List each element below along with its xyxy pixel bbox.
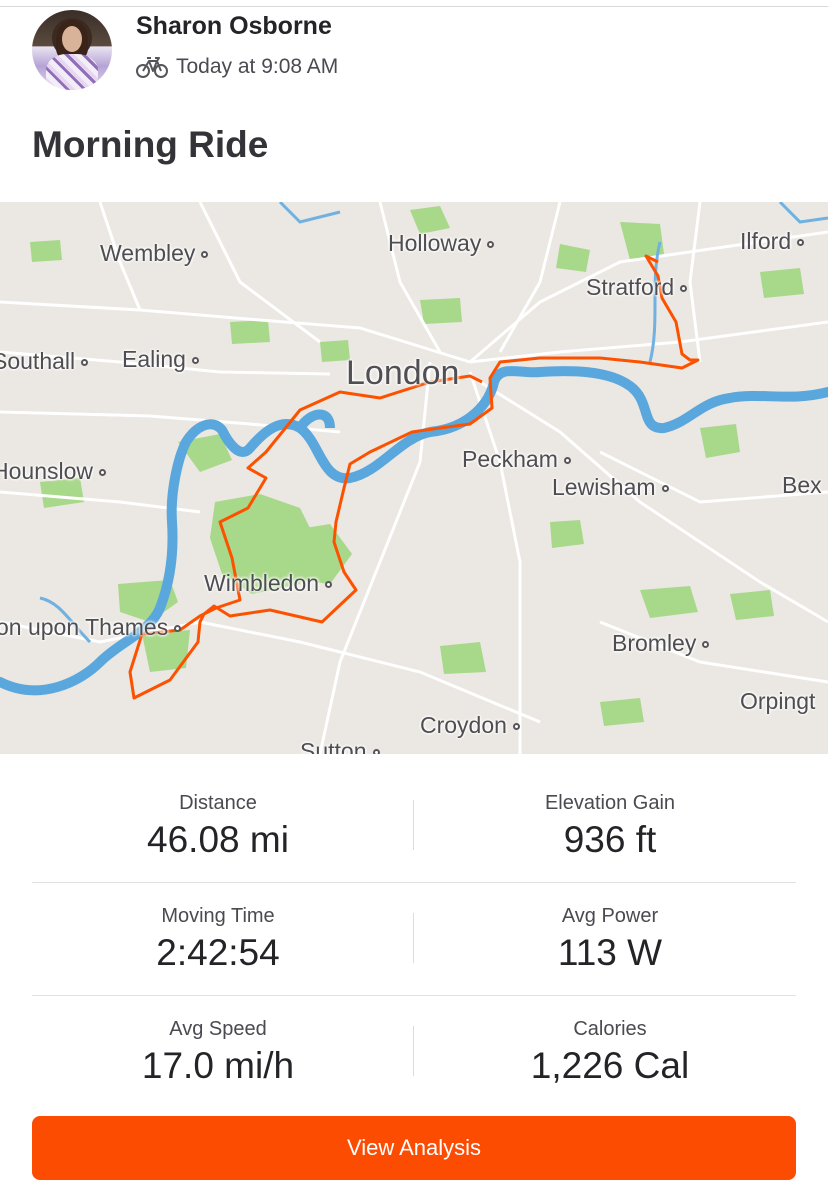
stat-distance: Distance 46.08 mi <box>32 790 404 862</box>
stat-label: Elevation Gain <box>544 792 676 814</box>
map-label-croydon: Croydon <box>420 712 520 739</box>
map-label-bexley: Bex <box>782 472 822 498</box>
map-label-holloway: Holloway <box>388 230 495 257</box>
stat-value: 17.0 mi/h <box>141 1045 295 1086</box>
stat-label: Moving Time <box>161 905 275 927</box>
stats-row-2: Moving Time 2:42:54 Avg Power 113 W <box>32 883 796 996</box>
stat-value: 113 W <box>557 932 663 973</box>
route-map[interactable]: Wembley Holloway Ilford Stratford Southa… <box>0 202 828 754</box>
map-label-bromley: Bromley <box>612 630 710 657</box>
stat-value: 2:42:54 <box>156 932 280 973</box>
stat-label: Avg Power <box>561 905 659 927</box>
stat-label: Avg Speed <box>169 1018 267 1040</box>
stat-avg-speed: Avg Speed 17.0 mi/h <box>32 1016 404 1088</box>
map-label-london: London <box>346 354 460 392</box>
stat-avg-power: Avg Power 113 W <box>424 903 796 975</box>
activity-title[interactable]: Morning Ride <box>32 124 268 166</box>
avatar-face <box>62 26 82 52</box>
map-label-kingston: on upon Thames <box>0 614 182 641</box>
stat-calories: Calories 1,226 Cal <box>424 1016 796 1088</box>
map-label-lewisham: Lewisham <box>552 474 669 501</box>
map-label-wimbledon: Wimbledon <box>204 570 333 597</box>
map-label-stratford: Stratford <box>586 274 688 301</box>
bike-icon <box>136 57 168 78</box>
stat-label: Calories <box>573 1018 647 1040</box>
view-analysis-button[interactable]: View Analysis <box>32 1116 796 1180</box>
stats-row-1: Distance 46.08 mi Elevation Gain 936 ft <box>32 770 796 883</box>
stat-value: 1,226 Cal <box>530 1045 690 1086</box>
stat-divider <box>413 800 414 850</box>
avatar-clothing <box>46 54 98 90</box>
stat-moving-time: Moving Time 2:42:54 <box>32 903 404 975</box>
stat-elevation-gain: Elevation Gain 936 ft <box>424 790 796 862</box>
stat-divider <box>413 1026 414 1076</box>
map-label-southall: Southall <box>0 348 89 375</box>
map-label-wembley: Wembley <box>100 240 209 267</box>
map-label-peckham: Peckham <box>462 446 571 473</box>
stat-divider <box>413 913 414 963</box>
map-label-ilford: Ilford <box>740 228 805 255</box>
athlete-name[interactable]: Sharon Osborne <box>136 12 332 41</box>
activity-meta: Today at 9:08 AM <box>136 52 338 82</box>
map-canvas <box>0 202 828 754</box>
stat-label: Distance <box>179 792 257 814</box>
stats-row-3: Avg Speed 17.0 mi/h Calories 1,226 Cal <box>32 996 796 1109</box>
athlete-avatar[interactable] <box>32 10 112 90</box>
map-label-sutton: Sutton <box>300 738 380 754</box>
map-roads <box>0 202 828 754</box>
map-label-orpington: Orpingt <box>740 688 816 714</box>
stat-value: 46.08 mi <box>147 819 289 860</box>
stat-value: 936 ft <box>563 819 657 860</box>
activity-time: Today at 9:08 AM <box>176 55 339 78</box>
map-label-ealing: Ealing <box>122 346 199 373</box>
activity-header: Sharon Osborne Today at 9:08 AM Morning … <box>0 0 828 200</box>
map-label-hounslow: Hounslow <box>0 458 106 485</box>
activity-stats: Distance 46.08 mi Elevation Gain 936 ft … <box>32 770 796 1109</box>
